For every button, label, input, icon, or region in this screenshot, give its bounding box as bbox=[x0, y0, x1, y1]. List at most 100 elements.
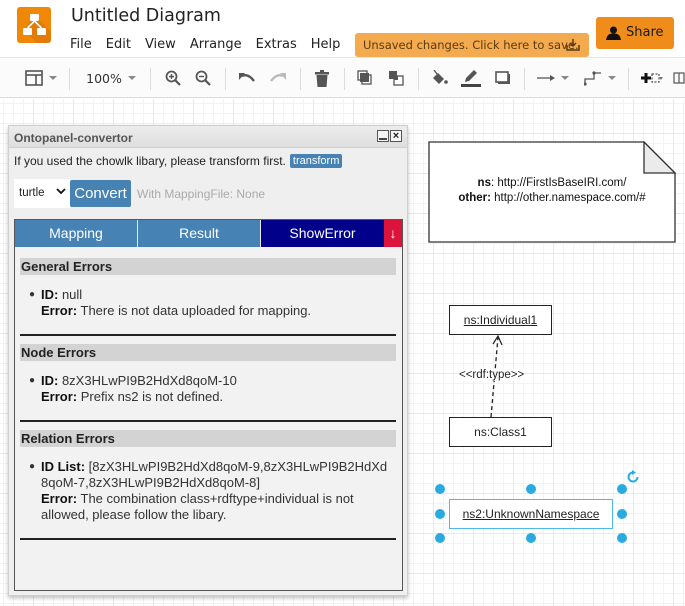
general-errors-section: General Errors ● ID: null Error: There i… bbox=[20, 258, 396, 336]
convert-button[interactable]: Convert bbox=[70, 180, 131, 207]
tab-mapping[interactable]: Mapping bbox=[15, 220, 138, 247]
error-label: Error: bbox=[41, 491, 78, 506]
chevron-down-icon bbox=[608, 76, 616, 80]
namespace-note-text: ns: http://FirstIsBaseIRI.com/ other: ht… bbox=[428, 176, 676, 206]
toolbar-divider bbox=[344, 68, 345, 90]
to-front-button[interactable] bbox=[356, 67, 374, 89]
connection-arrow-icon bbox=[537, 75, 555, 81]
resize-handle-n[interactable] bbox=[526, 484, 536, 494]
unsaved-changes-button[interactable]: Unsaved changes. Click here to save. bbox=[355, 33, 589, 57]
resize-handle-sw[interactable] bbox=[435, 533, 445, 543]
chevron-down-icon bbox=[561, 76, 569, 80]
format-selected: turtle bbox=[19, 187, 45, 199]
shadow-button[interactable] bbox=[494, 67, 512, 89]
zoom-level-dropdown[interactable]: 100% bbox=[82, 67, 140, 89]
to-back-icon bbox=[389, 71, 404, 86]
toolbar-divider bbox=[150, 68, 151, 90]
id-label: ID: bbox=[41, 287, 59, 302]
class-node[interactable]: ns:Class1 bbox=[449, 417, 552, 447]
error-label: Error: bbox=[41, 303, 78, 318]
toolbar-divider bbox=[225, 68, 226, 90]
tab-result[interactable]: Result bbox=[138, 220, 261, 247]
minimize-icon[interactable] bbox=[377, 130, 389, 142]
chevron-down-icon bbox=[56, 188, 66, 195]
delete-icon bbox=[315, 69, 329, 87]
id-value: 8zX3HLwPI9B2HdXd8qoM-10 bbox=[58, 373, 237, 388]
table-icon bbox=[672, 72, 685, 84]
share-label: Share bbox=[626, 25, 664, 40]
zoom-level: 100% bbox=[86, 70, 122, 86]
menu-edit[interactable]: Edit bbox=[106, 37, 131, 52]
waypoints-dropdown[interactable] bbox=[582, 67, 618, 89]
note-ns-key: ns bbox=[477, 177, 491, 189]
bullet: ● bbox=[29, 375, 36, 386]
section-divider bbox=[20, 538, 396, 540]
menu-arrange[interactable]: Arrange bbox=[190, 37, 242, 52]
error-value: Prefix ns2 is not defined. bbox=[77, 389, 224, 404]
transform-button[interactable]: transform bbox=[289, 154, 343, 168]
panel-titlebar[interactable]: Ontopanel-convertor × bbox=[9, 126, 407, 148]
close-icon[interactable]: × bbox=[390, 130, 402, 142]
line-color-icon bbox=[461, 70, 481, 87]
id-list-label: ID List: bbox=[41, 459, 86, 474]
toolbar-divider bbox=[300, 68, 301, 90]
toolbar: 100% bbox=[0, 59, 685, 98]
download-icon bbox=[566, 39, 580, 51]
unknown-namespace-node[interactable]: ns2:UnknownNamespace bbox=[449, 499, 613, 529]
section-heading: General Errors bbox=[20, 258, 396, 275]
error-item: ● ID List: [8zX3HLwPI9B2HdXd8qoM-9,8zX3H… bbox=[20, 459, 396, 523]
resize-handle-ne[interactable] bbox=[617, 484, 627, 494]
line-color-button[interactable] bbox=[460, 67, 482, 89]
redo-icon bbox=[270, 73, 286, 82]
resize-handle-e[interactable] bbox=[617, 509, 627, 519]
format-panel-icon bbox=[25, 70, 43, 86]
transform-info-text: If you used the chowlk libary, please tr… bbox=[14, 154, 286, 168]
id-label: ID: bbox=[41, 373, 59, 388]
rdf-type-edge-label[interactable]: <<rdf:type>> bbox=[459, 369, 525, 381]
menu-view[interactable]: View bbox=[145, 37, 176, 52]
undo-button[interactable] bbox=[237, 67, 257, 89]
resize-handle-nw[interactable] bbox=[435, 484, 445, 494]
menu-help[interactable]: Help bbox=[311, 37, 341, 52]
drawio-logo-icon[interactable] bbox=[17, 7, 51, 43]
section-heading: Relation Errors bbox=[20, 430, 396, 447]
panel-title: Ontopanel-convertor bbox=[14, 131, 133, 145]
fill-color-icon bbox=[433, 70, 448, 84]
unsaved-label: Unsaved changes. Click here to save. bbox=[363, 38, 579, 52]
individual-node[interactable]: ns:Individual1 bbox=[449, 305, 552, 335]
rotate-handle-icon[interactable] bbox=[626, 470, 640, 484]
fill-color-button[interactable] bbox=[430, 67, 450, 89]
zoom-out-button[interactable] bbox=[194, 67, 212, 89]
panel-content: Mapping Result ShowError ↓ General Error… bbox=[14, 219, 403, 591]
resize-handle-w[interactable] bbox=[435, 509, 445, 519]
diagram-title[interactable]: Untitled Diagram bbox=[71, 6, 221, 26]
format-panel-button[interactable] bbox=[24, 67, 58, 89]
menu-extras[interactable]: Extras bbox=[256, 37, 297, 52]
waypoints-icon bbox=[584, 71, 601, 86]
shadow-icon bbox=[495, 71, 510, 84]
section-heading: Node Errors bbox=[20, 344, 396, 361]
menu-file[interactable]: File bbox=[70, 37, 92, 52]
format-select[interactable]: turtle bbox=[14, 179, 70, 208]
id-list-value: [8zX3HLwPI9B2HdXd8qoM-9,8zX3HLwPI9B2HdXd… bbox=[41, 459, 388, 490]
to-back-button[interactable] bbox=[387, 67, 405, 89]
table-button[interactable] bbox=[672, 67, 685, 89]
section-divider bbox=[20, 334, 396, 336]
resize-handle-se[interactable] bbox=[617, 533, 627, 543]
redo-button[interactable] bbox=[268, 67, 288, 89]
resize-handle-s[interactable] bbox=[526, 533, 536, 543]
error-label: Error: bbox=[41, 389, 78, 404]
download-arrow-button[interactable]: ↓ bbox=[384, 220, 402, 247]
user-icon bbox=[606, 26, 621, 40]
note-other-value: http://other.namespace.com/# bbox=[490, 192, 646, 204]
zoom-in-button[interactable] bbox=[164, 67, 182, 89]
connection-style-dropdown[interactable] bbox=[535, 67, 571, 89]
share-button[interactable]: Share bbox=[596, 17, 674, 49]
undo-icon bbox=[239, 73, 255, 82]
note-other-key: other: bbox=[458, 192, 491, 204]
tab-show-error[interactable]: ShowError bbox=[261, 220, 384, 247]
toolbar-divider bbox=[628, 68, 629, 90]
chevron-down-icon bbox=[49, 76, 57, 80]
delete-button[interactable] bbox=[314, 67, 330, 89]
insert-button[interactable] bbox=[640, 67, 664, 89]
